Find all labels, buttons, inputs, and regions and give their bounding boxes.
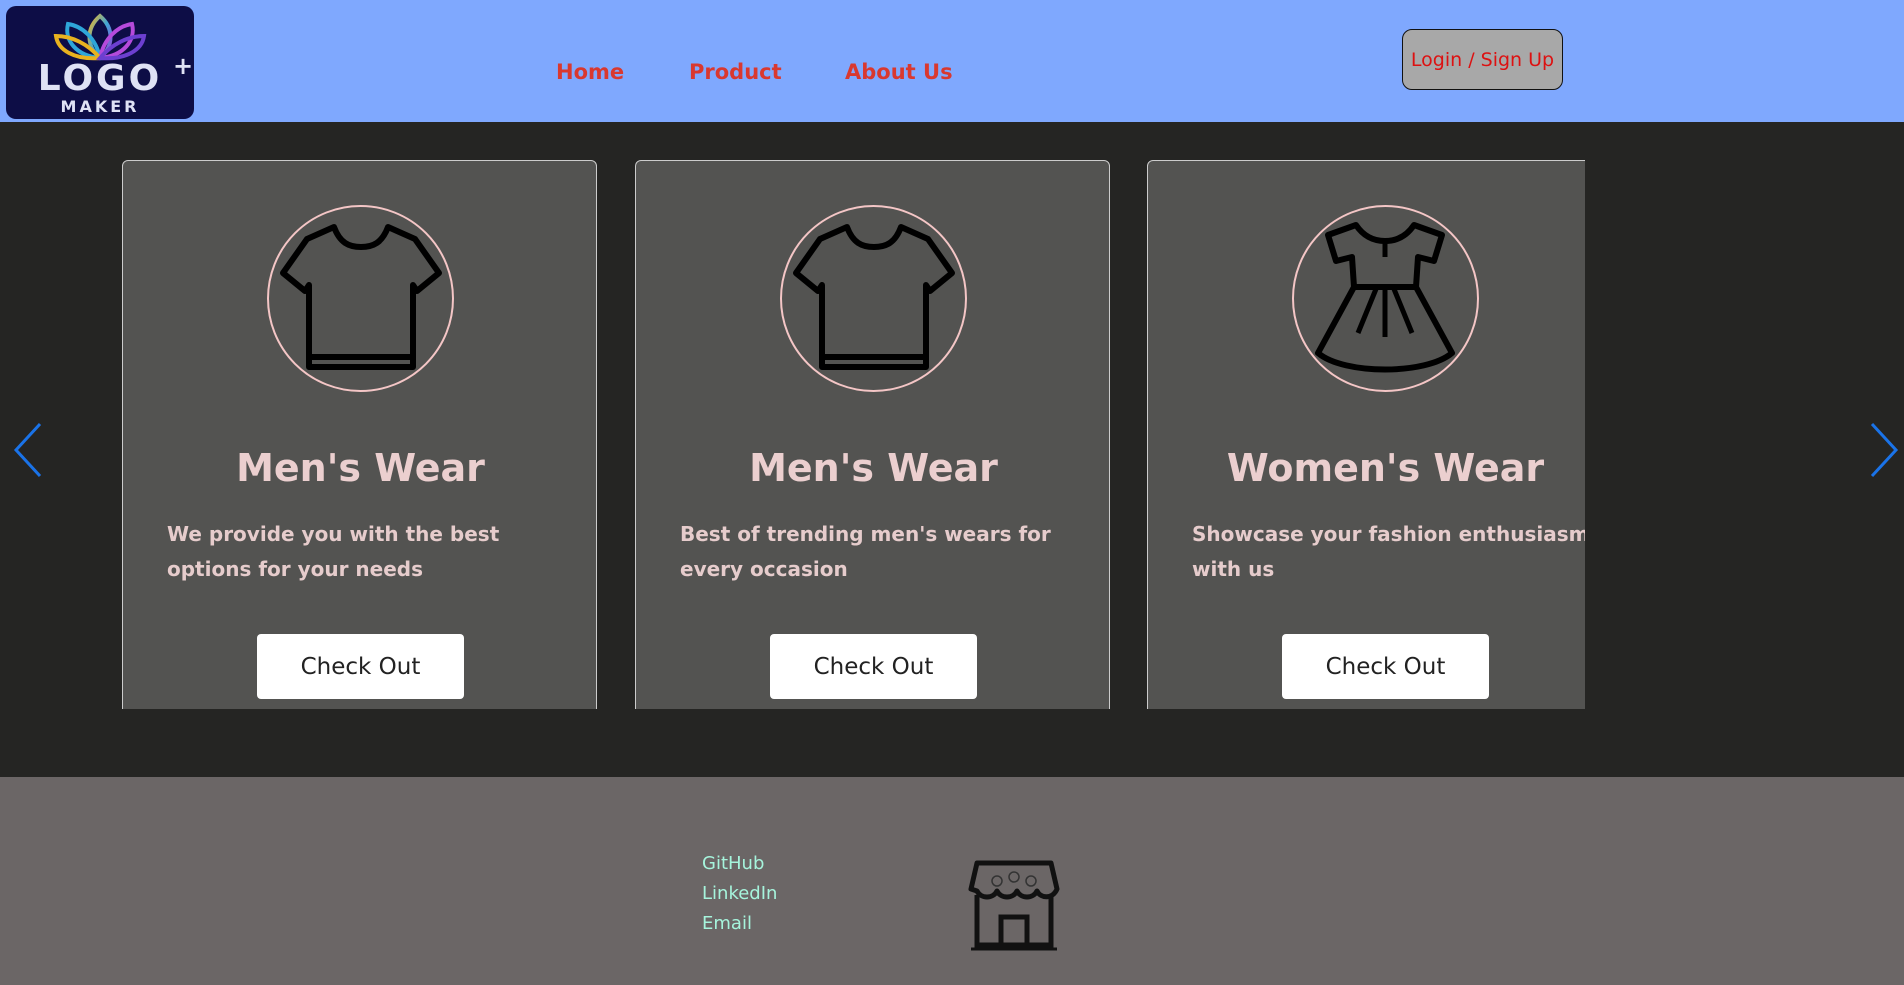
- logo[interactable]: LOGO + MAKER: [6, 6, 194, 119]
- logo-text: LOGO: [37, 58, 163, 99]
- nav-about-us[interactable]: About Us: [845, 60, 953, 84]
- card-description: Showcase your fashion enthusiasm with us: [1192, 522, 1585, 581]
- tshirt-icon: [267, 205, 454, 392]
- card-description: Best of trending men's wears for every o…: [680, 522, 1051, 581]
- category-card: Women's Wear Showcase your fashion enthu…: [1147, 160, 1585, 709]
- footer-links: GitHub LinkedIn Email: [702, 849, 777, 939]
- nav-home[interactable]: Home: [556, 60, 624, 84]
- check-out-button[interactable]: Check Out: [770, 634, 977, 699]
- card-title: Men's Wear: [749, 446, 998, 490]
- site-footer: GitHub LinkedIn Email: [0, 777, 1904, 985]
- footer-link-github[interactable]: GitHub: [702, 849, 777, 879]
- logo-subtext: MAKER: [60, 97, 140, 116]
- site-header: LOGO + MAKER Home Product About Us Login…: [0, 0, 1904, 122]
- card-title: Women's Wear: [1226, 446, 1545, 490]
- store-icon: [967, 853, 1061, 951]
- product-carousel: Men's Wear We provide you with the best …: [0, 122, 1904, 777]
- chevron-left-icon[interactable]: [8, 420, 48, 480]
- chevron-right-icon[interactable]: [1864, 420, 1904, 480]
- nav-product[interactable]: Product: [689, 60, 782, 84]
- dress-icon: [1292, 205, 1479, 392]
- footer-link-linkedin[interactable]: LinkedIn: [702, 879, 777, 909]
- card-description: We provide you with the best options for…: [167, 522, 500, 581]
- login-signup-button[interactable]: Login / Sign Up: [1402, 29, 1563, 90]
- tshirt-icon: [780, 205, 967, 392]
- category-card: Men's Wear Best of trending men's wears …: [635, 160, 1110, 709]
- category-card: Men's Wear We provide you with the best …: [122, 160, 597, 709]
- carousel-viewport: Men's Wear We provide you with the best …: [122, 160, 1585, 709]
- card-title: Men's Wear: [236, 446, 485, 490]
- footer-link-email[interactable]: Email: [702, 909, 777, 939]
- check-out-button[interactable]: Check Out: [257, 634, 464, 699]
- logo-plus: +: [173, 52, 194, 80]
- check-out-button[interactable]: Check Out: [1282, 634, 1489, 699]
